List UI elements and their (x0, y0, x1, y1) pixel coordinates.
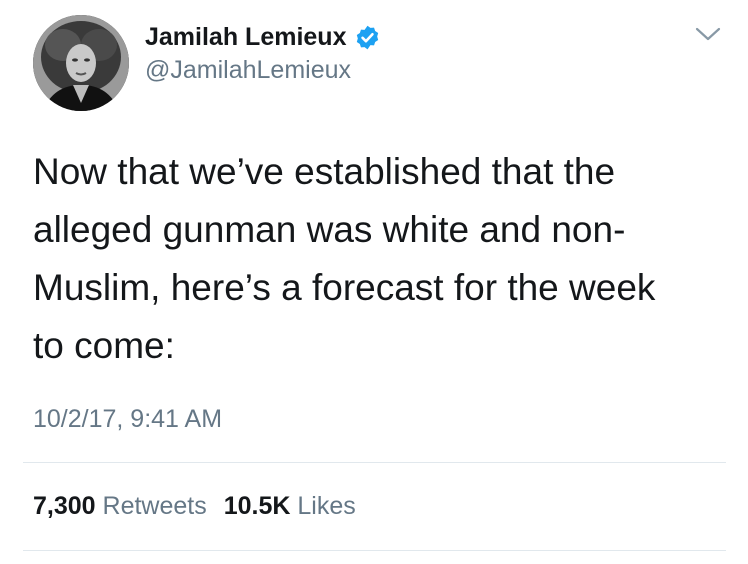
tweet-text: Now that we’ve established that the alle… (33, 143, 723, 375)
verified-badge-icon (357, 25, 379, 49)
tweet-timestamp[interactable]: 10/2/17, 9:41 AM (33, 404, 222, 434)
divider (23, 550, 726, 551)
likes-label: Likes (297, 492, 356, 520)
tweet-text-line: Now that we’ve established that the (33, 151, 616, 192)
author-handle[interactable]: @JamilahLemieux (145, 55, 351, 85)
likes-stat[interactable]: 10.5K Likes (224, 491, 356, 521)
tweet-text-line: alleged gunman was white and non- (33, 209, 626, 250)
profile-photo (33, 15, 129, 111)
tweet-stats: 7,300 Retweets 10.5K Likes (33, 491, 356, 521)
retweets-count: 7,300 (33, 492, 96, 520)
author-display-name[interactable]: Jamilah Lemieux (145, 22, 381, 52)
display-name-text: Jamilah Lemieux (145, 23, 347, 51)
tweet-text-line: to come: (33, 325, 175, 366)
retweets-label: Retweets (102, 492, 207, 520)
divider (23, 462, 726, 463)
chevron-down-icon[interactable] (695, 24, 721, 44)
tweet-text-line: Muslim, here’s a forecast for the week (33, 267, 656, 308)
avatar[interactable] (33, 15, 129, 111)
retweets-stat[interactable]: 7,300 Retweets (33, 491, 207, 521)
likes-count: 10.5K (223, 492, 291, 520)
